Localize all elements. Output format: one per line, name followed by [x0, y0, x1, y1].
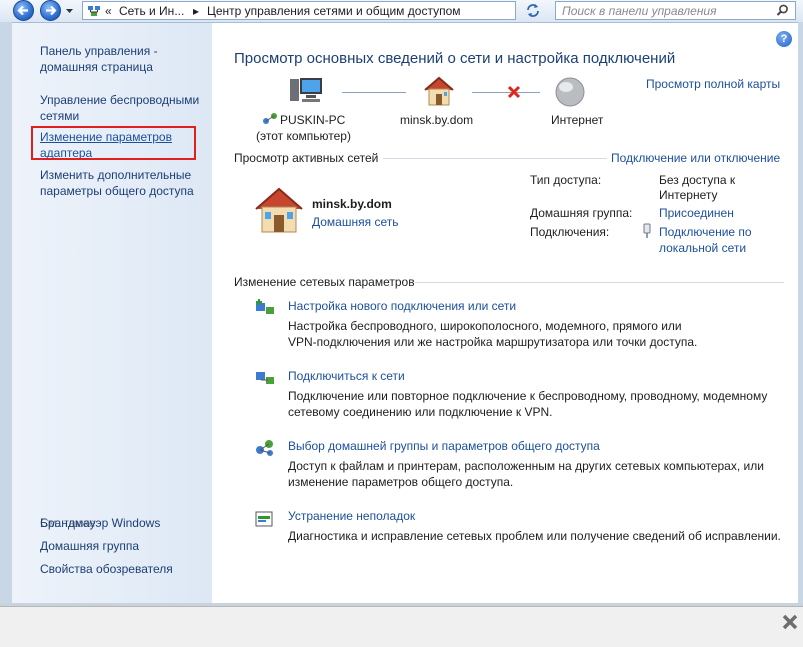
back-button[interactable]	[13, 0, 34, 21]
task-connect-network-desc2: сетевому соединению или подключение к VP…	[288, 405, 553, 419]
help-button[interactable]: ?	[776, 31, 792, 47]
task-homegroup-link[interactable]: Выбор домашней группы и параметров общег…	[288, 439, 600, 453]
refresh-icon	[527, 4, 539, 17]
home-network-icon	[255, 187, 303, 233]
search-input[interactable]: Поиск в панели управления	[555, 1, 796, 20]
highlight-box	[31, 126, 196, 160]
lan-plug-icon	[643, 223, 651, 238]
active-network-name: minsk.by.dom	[312, 197, 392, 211]
divider	[383, 158, 607, 159]
new-connection-icon	[256, 299, 274, 314]
connect-disconnect-link[interactable]: Подключение или отключение	[611, 151, 780, 165]
map-computer-name: PUSKIN-PC	[280, 113, 346, 127]
address-prefix[interactable]: «	[105, 4, 112, 18]
homegroup-joined-link[interactable]: Присоединен	[659, 206, 734, 220]
sidebar-item-homegroup[interactable]: Домашняя группа	[40, 538, 139, 554]
search-icon[interactable]	[776, 4, 789, 17]
task-troubleshoot-link[interactable]: Устранение неполадок	[288, 509, 415, 523]
recent-pages-dropdown-icon[interactable]	[64, 6, 75, 16]
breadcrumb-network-center[interactable]: Центр управления сетями и общим доступом	[207, 4, 461, 18]
sidebar-item-browser[interactable]: Свойства обозревателя	[40, 561, 173, 577]
address-field[interactable]: « Сеть и Ин... ▸ Центр управления сетями…	[82, 1, 596, 20]
view-full-map-link[interactable]: Просмотр полной карты	[646, 77, 780, 91]
map-connector-line	[342, 92, 406, 93]
access-type-value: Без доступа к Интернету	[659, 173, 736, 202]
left-navigation-pane: Панель управления - домашняя страница Уп…	[12, 23, 212, 603]
map-network-name: minsk.by.dom	[400, 113, 474, 127]
access-type-label: Тип доступа:	[530, 173, 602, 187]
task-homegroup-desc1: Доступ к файлам и принтерам, расположенн…	[288, 459, 764, 473]
lan-connection-link[interactable]: Подключение по локальной сети	[659, 224, 769, 256]
task-connect-network-desc1: Подключение или повторное подключение к …	[288, 389, 768, 403]
connections-label: Подключения:	[530, 225, 610, 239]
window-frame-right	[798, 22, 803, 603]
address-bar: « Сеть и Ин... ▸ Центр управления сетями…	[0, 0, 803, 23]
window-frame-left	[0, 22, 12, 603]
map-internet-label: Интернет	[551, 113, 604, 127]
divider-2	[415, 282, 784, 283]
task-new-connection-link[interactable]: Настройка нового подключения или сети	[288, 299, 516, 313]
sidebar-item-home[interactable]: Панель управления - домашняя страница	[40, 43, 200, 75]
house-icon[interactable]	[422, 75, 456, 107]
forward-button[interactable]	[40, 0, 61, 21]
network-folder-icon	[88, 6, 100, 16]
disconnected-x-icon	[507, 85, 521, 99]
arrow-left-icon	[17, 5, 28, 16]
active-networks-header: Просмотр активных сетей	[234, 151, 379, 165]
search-placeholder: Поиск в панели управления	[562, 4, 717, 18]
map-computer-sub: (этот компьютер)	[256, 129, 351, 143]
globe-icon[interactable]	[553, 76, 587, 108]
troubleshoot-icon	[255, 511, 273, 527]
sidebar-item-wireless[interactable]: Управление беспроводными сетями	[40, 92, 210, 124]
arrow-right-icon	[46, 5, 57, 16]
task-new-connection-desc1: Настройка беспроводного, широкополосного…	[288, 319, 682, 333]
homegroup-sharing-icon	[256, 440, 273, 456]
status-bar	[0, 606, 803, 647]
network-type-link[interactable]: Домашняя сеть	[312, 215, 398, 229]
breadcrumb-network-internet[interactable]: Сеть и Ин...	[119, 4, 184, 18]
task-new-connection-desc2: VPN-подключения или же настройка маршрут…	[288, 335, 698, 349]
task-troubleshoot-desc1: Диагностика и исправление сетевых пробле…	[288, 529, 781, 543]
page-title: Просмотр основных сведений о сети и наст…	[234, 50, 676, 67]
breadcrumb-separator: ▸	[193, 4, 200, 18]
computer-icon[interactable]	[288, 75, 324, 107]
change-settings-header: Изменение сетевых параметров	[234, 275, 415, 289]
refresh-button[interactable]	[521, 1, 545, 20]
sidebar-item-firewall[interactable]: Брандмауэр Windows	[40, 515, 160, 531]
connect-network-icon	[256, 372, 274, 384]
task-connect-network-link[interactable]: Подключиться к сети	[288, 369, 405, 383]
sidebar-item-sharing[interactable]: Изменить дополнительные параметры общего…	[40, 167, 210, 199]
close-icon[interactable]	[780, 612, 800, 632]
network-small-icon	[263, 113, 277, 124]
homegroup-label: Домашняя группа:	[530, 206, 633, 220]
task-homegroup-desc2: изменение параметров общего доступа.	[288, 475, 514, 489]
